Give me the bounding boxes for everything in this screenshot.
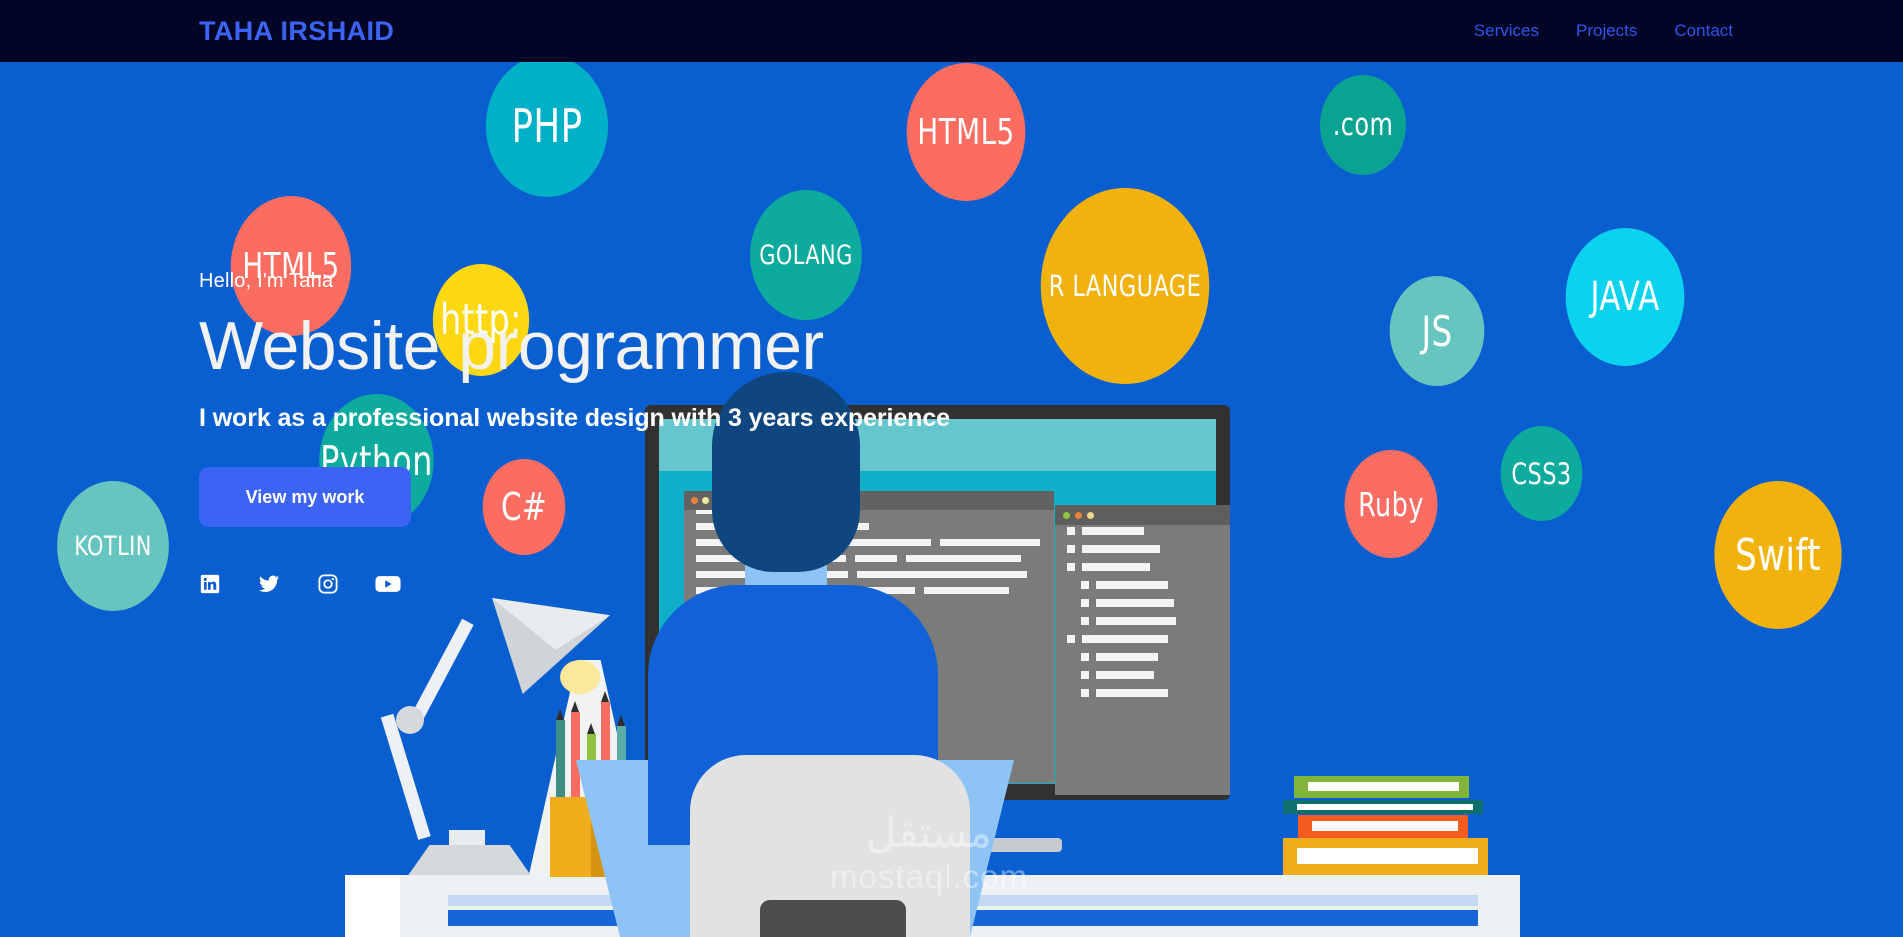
code-list-row bbox=[1081, 617, 1218, 625]
pencil-tip bbox=[587, 723, 595, 734]
code-list-bullet bbox=[1067, 635, 1075, 643]
page-title: Website programmer bbox=[199, 308, 824, 384]
code-list-bullet bbox=[1081, 617, 1089, 625]
nav-link-contact[interactable]: Contact bbox=[1674, 21, 1733, 41]
view-my-work-button[interactable]: View my work bbox=[199, 467, 411, 528]
lamp-base bbox=[407, 845, 532, 877]
book bbox=[1294, 776, 1469, 798]
nav-link-projects[interactable]: Projects bbox=[1576, 21, 1637, 41]
hero-content: Hello, I'm Taha Website programmer I wor… bbox=[199, 270, 1399, 595]
code-list-bullet bbox=[1081, 653, 1089, 661]
tech-bubble: CSS3 bbox=[1500, 426, 1583, 521]
tech-bubble: JAVA bbox=[1565, 228, 1685, 366]
tech-bubble: KOTLIN bbox=[57, 481, 169, 611]
social-links bbox=[199, 573, 1399, 595]
twitter-icon[interactable] bbox=[257, 573, 281, 595]
code-list-bullet bbox=[1081, 689, 1089, 697]
hero-subtitle: I work as a professional website design … bbox=[199, 404, 950, 433]
chair-seat bbox=[760, 900, 906, 937]
lamp-joint bbox=[396, 706, 424, 734]
tech-bubble: HTML5 bbox=[906, 63, 1026, 201]
pencil bbox=[571, 701, 580, 808]
pencil-tip bbox=[601, 691, 609, 702]
pencil-tip bbox=[571, 701, 579, 712]
code-list-bullet bbox=[1081, 671, 1089, 679]
book-pages bbox=[1297, 848, 1478, 864]
hero-page: PHP HTML5 .com HTML5 GOLANG R LANGUAGE JAVA htt… bbox=[0, 0, 1903, 937]
code-list-bar bbox=[1096, 653, 1158, 661]
lamp-glow bbox=[560, 660, 600, 694]
code-list-bullet bbox=[1081, 599, 1089, 607]
book bbox=[1298, 815, 1468, 838]
pencil-body bbox=[556, 720, 565, 808]
hero-greeting: Hello, I'm Taha bbox=[199, 270, 334, 292]
youtube-icon[interactable] bbox=[375, 574, 401, 594]
tech-bubble: .com bbox=[1320, 75, 1406, 175]
code-list-row bbox=[1081, 671, 1218, 679]
top-navigation-bar: TAHA IRSHAID Services Projects Contact bbox=[0, 0, 1903, 62]
pencil bbox=[556, 709, 565, 808]
code-list-row bbox=[1081, 599, 1218, 607]
linkedin-icon[interactable] bbox=[199, 573, 221, 595]
book-pages bbox=[1308, 782, 1459, 791]
book-pages bbox=[1297, 804, 1473, 810]
instagram-icon[interactable] bbox=[317, 573, 339, 595]
code-list-bar bbox=[1096, 689, 1168, 697]
code-list-bar bbox=[1096, 599, 1174, 607]
nav-link-services[interactable]: Services bbox=[1474, 21, 1539, 41]
tech-bubble: JS bbox=[1389, 276, 1485, 386]
nav-link-list: Services Projects Contact bbox=[1474, 21, 1733, 41]
brand-logo[interactable]: TAHA IRSHAID bbox=[199, 16, 394, 47]
code-list-row bbox=[1067, 635, 1218, 643]
tech-bubble: Swift bbox=[1714, 481, 1842, 629]
book-pages bbox=[1312, 821, 1458, 831]
code-list-row bbox=[1081, 653, 1218, 661]
code-list-bar bbox=[1096, 671, 1154, 679]
book bbox=[1283, 838, 1488, 875]
book bbox=[1283, 800, 1483, 814]
code-list-row bbox=[1081, 689, 1218, 697]
code-list-bar bbox=[1096, 617, 1176, 625]
code-list-bar bbox=[1082, 635, 1168, 643]
pencil-tip bbox=[617, 715, 625, 726]
tech-bubble: PHP bbox=[485, 55, 609, 197]
pencil-tip bbox=[556, 709, 564, 720]
